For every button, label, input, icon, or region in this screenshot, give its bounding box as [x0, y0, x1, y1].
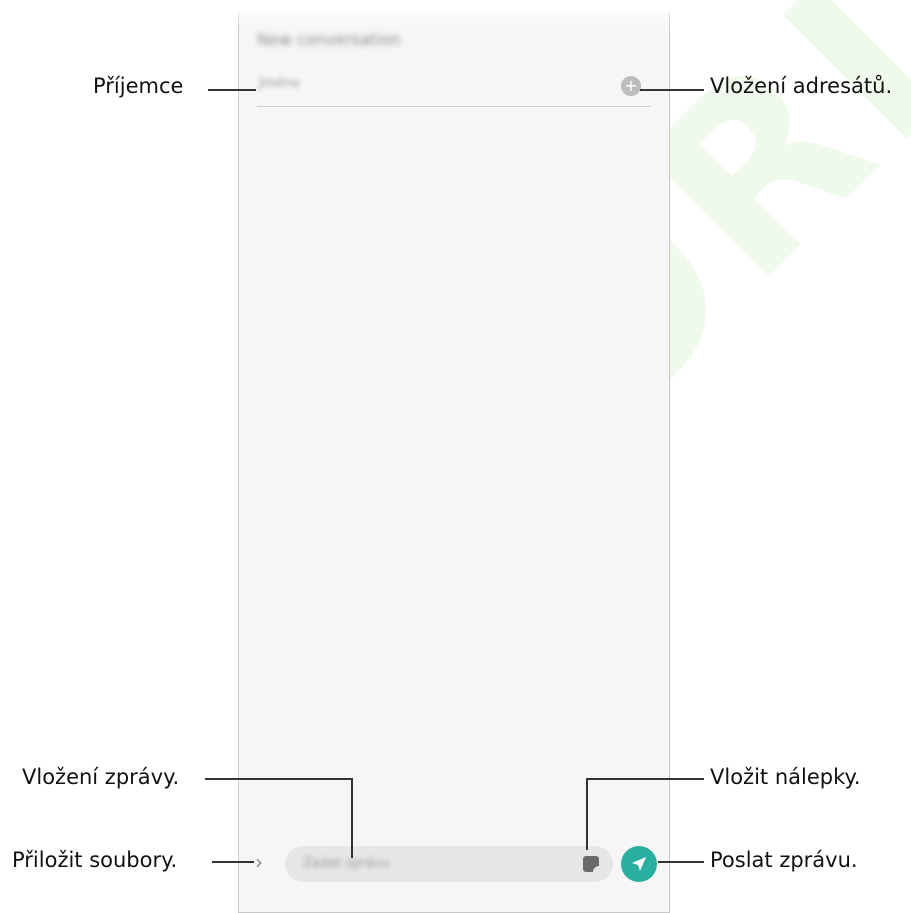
leader-line [351, 778, 353, 858]
sticker-icon[interactable] [583, 856, 599, 872]
send-icon [632, 857, 646, 871]
callout-send-message: Poslat zprávu. [710, 848, 858, 872]
recipient-input[interactable]: Jméno [259, 76, 300, 91]
message-input[interactable]: Zadat zprávu [285, 846, 613, 882]
callout-insert-stickers: Vložit nálepky. [710, 765, 861, 789]
plus-circle-icon[interactable]: + [621, 76, 641, 96]
conversation-title: New conversation [257, 30, 401, 49]
recipient-row: Jméno + [257, 72, 651, 107]
leader-line [658, 861, 704, 863]
send-button[interactable] [621, 846, 657, 882]
leader-line [640, 89, 704, 91]
callout-enter-message: Vložení zprávy. [22, 765, 180, 789]
callout-add-recipients: Vložení adresátů. [710, 74, 893, 98]
message-placeholder: Zadat zprávu [303, 856, 390, 871]
callout-recipient: Příjemce [93, 74, 184, 98]
callout-attach-files: Přiložit soubory. [12, 848, 178, 872]
leader-line [588, 778, 704, 780]
leader-line [205, 778, 353, 780]
chevron-right-icon[interactable]: › [255, 850, 275, 874]
leader-line [208, 89, 256, 91]
compose-bar: › Zadat zprávu [239, 838, 669, 890]
top-fade [238, 0, 670, 30]
leader-line [212, 861, 254, 863]
leader-line [586, 778, 588, 850]
